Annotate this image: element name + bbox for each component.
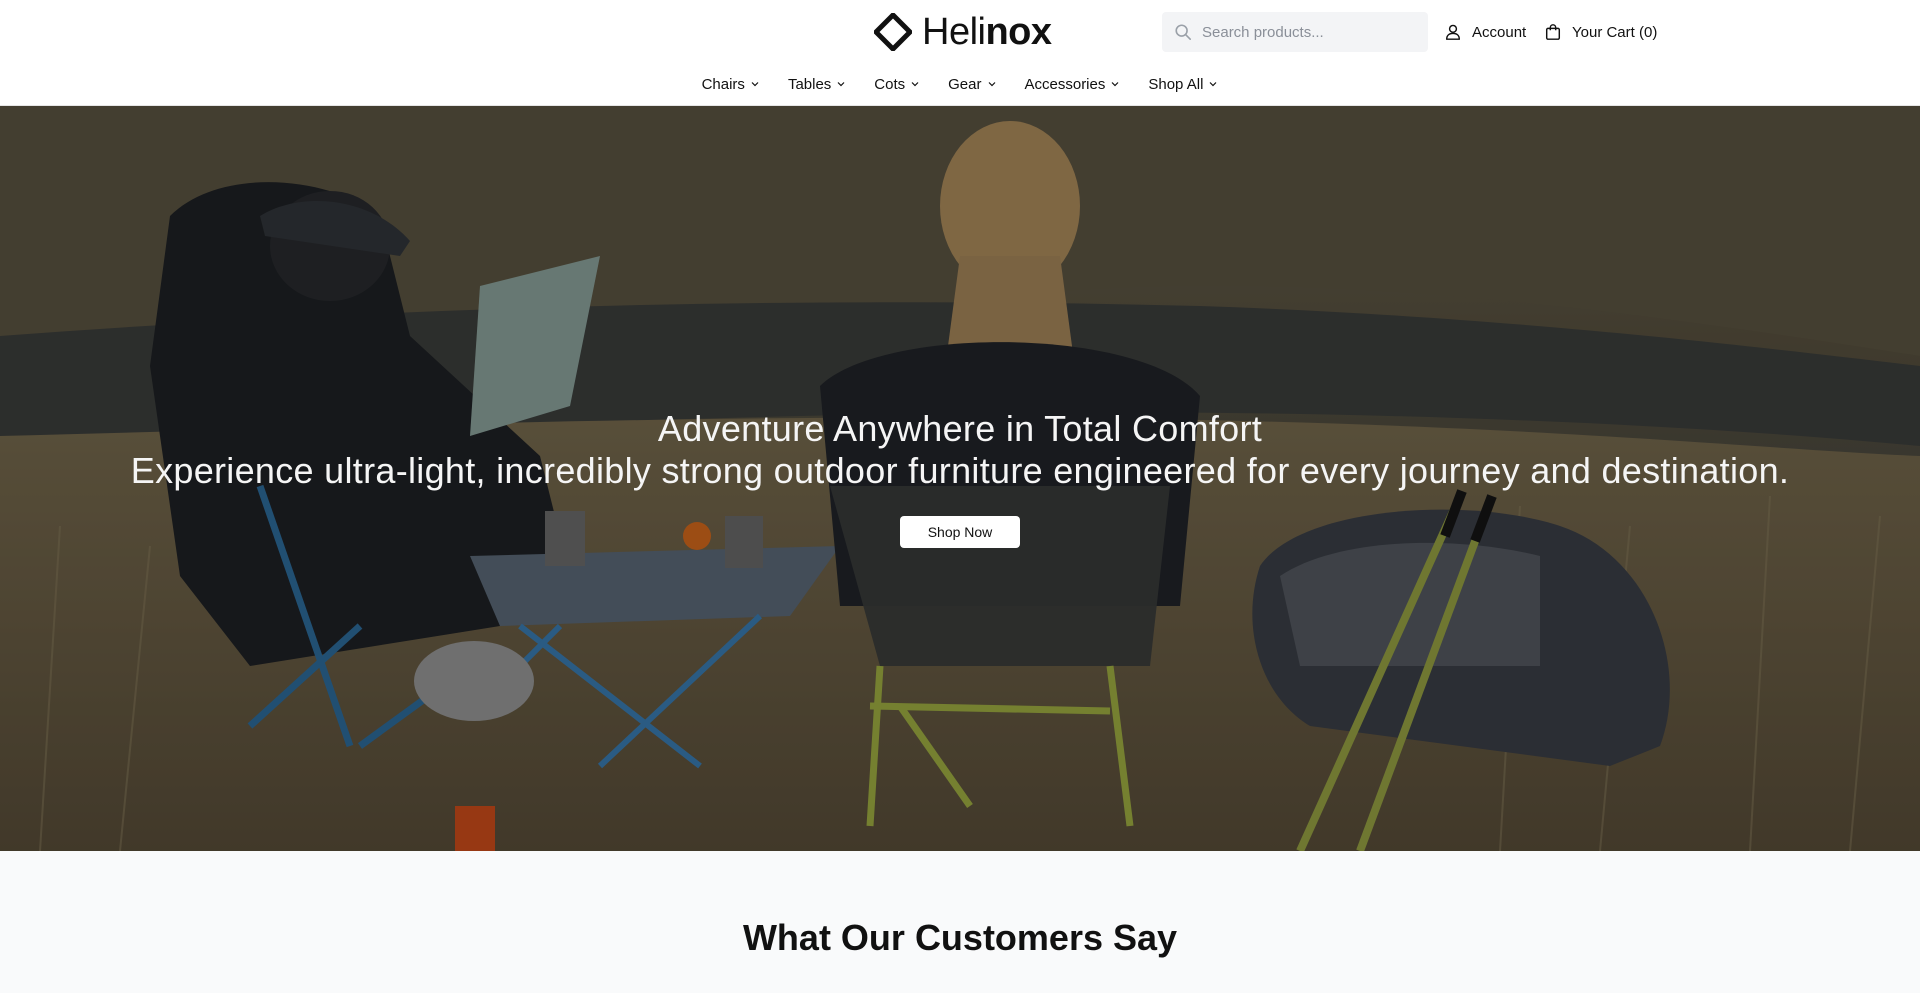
shop-now-button[interactable]: Shop Now bbox=[900, 516, 1020, 548]
hero-content: Adventure Anywhere in Total Comfort Expe… bbox=[0, 408, 1920, 548]
search-input[interactable] bbox=[1202, 23, 1412, 41]
hero-subtitle: Experience ultra-light, incredibly stron… bbox=[130, 450, 1790, 491]
site-header: Helinox Account Your Cart (0) Chairs Tab… bbox=[0, 0, 1920, 106]
hero-title: Adventure Anywhere in Total Comfort bbox=[657, 408, 1263, 449]
chevron-down-icon bbox=[1209, 82, 1217, 87]
brand-name-light: Heli bbox=[922, 11, 986, 53]
chevron-down-icon bbox=[988, 82, 995, 87]
nav-item-label: Tables bbox=[787, 75, 832, 93]
testimonials-title: What Our Customers Say bbox=[742, 917, 1178, 958]
search-bar[interactable] bbox=[1162, 12, 1428, 52]
nav-item-label: Cots bbox=[874, 75, 906, 93]
cart-label: Your Cart (0) bbox=[1572, 23, 1658, 41]
nav-item-accessories[interactable]: Accessories bbox=[1025, 72, 1121, 96]
nav-item-cots[interactable]: Cots bbox=[874, 72, 920, 96]
nav-item-label: Accessories bbox=[1024, 75, 1106, 93]
account-link[interactable]: Account bbox=[1444, 20, 1526, 44]
shopping-bag-icon bbox=[1545, 24, 1561, 40]
user-icon bbox=[1445, 24, 1461, 40]
diamond-logo-icon bbox=[874, 13, 912, 51]
search-icon bbox=[1175, 24, 1192, 41]
brand-name-bold: nox bbox=[985, 11, 1052, 53]
nav-item-shop-all[interactable]: Shop All bbox=[1148, 72, 1218, 96]
nav-item-label: Gear bbox=[948, 75, 982, 93]
nav-item-chairs[interactable]: Chairs bbox=[702, 72, 760, 96]
nav-item-label: Shop All bbox=[1148, 75, 1204, 93]
cart-link[interactable]: Your Cart (0) bbox=[1544, 20, 1657, 44]
testimonials-section: What Our Customers Say bbox=[0, 851, 1920, 993]
brand-logo[interactable]: Helinox bbox=[874, 12, 1052, 52]
chevron-down-icon bbox=[1111, 82, 1119, 87]
hero-banner: Adventure Anywhere in Total Comfort Expe… bbox=[0, 106, 1920, 851]
brand-wordmark: Helinox bbox=[922, 12, 1052, 52]
nav-item-gear[interactable]: Gear bbox=[948, 72, 996, 96]
account-label: Account bbox=[1472, 23, 1527, 41]
chevron-down-icon bbox=[911, 82, 919, 87]
nav-item-tables[interactable]: Tables bbox=[788, 72, 846, 96]
chevron-down-icon bbox=[751, 82, 759, 87]
nav-item-label: Chairs bbox=[701, 75, 745, 93]
main-nav: Chairs Tables Cots Gear Accessories Shop… bbox=[0, 72, 1920, 96]
chevron-down-icon bbox=[837, 82, 845, 87]
